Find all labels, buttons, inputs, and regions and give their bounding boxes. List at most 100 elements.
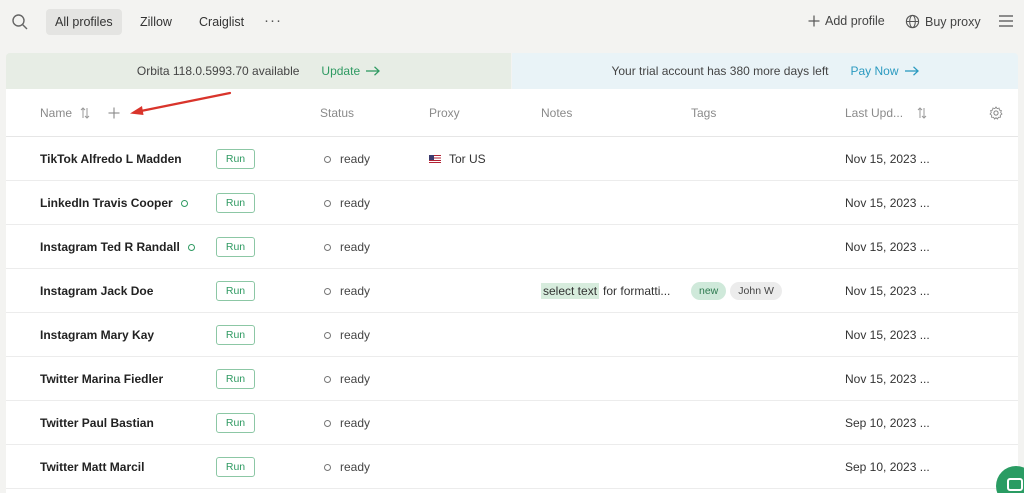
update-banner-text: Orbita 118.0.5993.70 available xyxy=(136,64,300,78)
table-row[interactable]: LinkedIn Travis Cooper Run ready Nov 15,… xyxy=(6,181,1018,225)
table-row[interactable]: Twitter Matt Marcil Run ready Sep 10, 20… xyxy=(6,445,1018,489)
profile-name[interactable]: LinkedIn Travis Cooper xyxy=(40,181,188,225)
hamburger-menu-icon[interactable] xyxy=(998,14,1014,28)
status-text: ready xyxy=(340,328,371,342)
run-button[interactable]: Run xyxy=(216,281,255,301)
table-row[interactable]: Twitter Paul Bastian Run ready Sep 10, 2… xyxy=(6,401,1018,445)
tags-cell[interactable]: new John W xyxy=(691,269,782,313)
run-button[interactable]: Run xyxy=(216,325,255,345)
buy-proxy-label: Buy proxy xyxy=(925,14,981,29)
tag-chip[interactable]: new xyxy=(691,282,727,300)
status-text: ready xyxy=(340,196,371,210)
status-text: ready xyxy=(340,284,371,298)
circle-indicator-icon xyxy=(180,199,188,207)
annotation-arrow xyxy=(130,91,232,115)
add-column-icon[interactable] xyxy=(108,107,120,119)
notes-text: for formatti... xyxy=(603,284,671,298)
table-row[interactable]: TikTok Alfredo L Madden Run ready Tor US… xyxy=(6,137,1018,181)
notes-cell[interactable]: select text for formatti... xyxy=(541,269,670,313)
run-button[interactable]: Run xyxy=(216,369,255,389)
last-updated-cell: Sep 10, 2023 ... xyxy=(845,416,930,430)
profile-name-text: LinkedIn Travis Cooper xyxy=(40,196,173,210)
column-name-label: Name xyxy=(40,106,73,120)
table-row[interactable]: Instagram Jack Doe Run ready select text… xyxy=(6,269,1018,313)
table-row[interactable]: Twitter Marina Fiedler Run ready Nov 15,… xyxy=(6,357,1018,401)
last-updated-cell: Nov 15, 2023 ... xyxy=(845,152,930,166)
column-notes[interactable]: Notes xyxy=(541,106,572,120)
status-cell: ready xyxy=(324,269,370,313)
run-button[interactable]: Run xyxy=(216,237,255,257)
proxy-text: Tor US xyxy=(449,152,486,166)
sort-icon[interactable] xyxy=(80,107,90,119)
tab-all-profiles[interactable]: All profiles xyxy=(46,9,122,35)
profile-name[interactable]: TikTok Alfredo L Madden xyxy=(40,137,182,181)
profile-name-text: TikTok Alfredo L Madden xyxy=(40,152,182,166)
profile-name[interactable]: Twitter Paul Bastian xyxy=(40,401,154,445)
status-dot-icon xyxy=(324,375,331,383)
arrow-right-icon xyxy=(904,66,919,76)
column-name[interactable]: Name xyxy=(40,106,120,120)
tab-craiglist[interactable]: Craiglist xyxy=(190,9,253,35)
sort-icon[interactable] xyxy=(917,107,927,119)
profile-name-text: Instagram Jack Doe xyxy=(40,284,154,298)
us-flag-icon xyxy=(429,155,441,163)
more-tabs-button[interactable]: ··· xyxy=(264,9,282,35)
last-updated-cell: Nov 15, 2023 ... xyxy=(845,328,930,342)
last-updated-cell: Nov 15, 2023 ... xyxy=(845,372,930,386)
profile-name[interactable]: Twitter Marina Fiedler xyxy=(40,357,163,401)
status-dot-icon xyxy=(324,419,331,427)
trial-banner: Your trial account has 380 more days lef… xyxy=(512,53,1018,89)
column-last-updated-label: Last Upd... xyxy=(845,106,904,120)
column-proxy[interactable]: Proxy xyxy=(429,106,460,120)
status-cell: ready xyxy=(324,445,370,489)
circle-indicator-icon xyxy=(187,243,195,251)
status-dot-icon xyxy=(324,463,331,471)
last-updated-cell: Nov 15, 2023 ... xyxy=(845,284,930,298)
update-link[interactable]: Update xyxy=(321,64,381,78)
table-row[interactable]: Instagram Mary Kay Run ready Nov 15, 202… xyxy=(6,313,1018,357)
status-cell: ready xyxy=(324,401,370,445)
last-updated-cell: Nov 15, 2023 ... xyxy=(845,196,930,210)
add-profile-button[interactable]: Add profile xyxy=(808,14,885,28)
table-row[interactable]: Instagram Ted R Randall Run ready Nov 15… xyxy=(6,225,1018,269)
run-button[interactable]: Run xyxy=(216,193,255,213)
run-button[interactable]: Run xyxy=(216,149,255,169)
profile-name-text: Instagram Mary Kay xyxy=(40,328,155,342)
status-dot-icon xyxy=(324,155,331,163)
arrow-right-icon xyxy=(366,66,381,76)
last-updated-cell: Sep 10, 2023 ... xyxy=(845,460,930,474)
status-dot-icon xyxy=(324,199,331,207)
tag-chip[interactable]: John W xyxy=(730,282,782,300)
proxy-cell[interactable]: Tor US xyxy=(429,137,486,181)
status-cell: ready xyxy=(324,357,370,401)
profile-name[interactable]: Instagram Ted R Randall xyxy=(40,225,195,269)
status-dot-icon xyxy=(324,243,331,251)
top-bar: All profiles Zillow Craiglist ··· Add pr… xyxy=(0,0,1024,44)
profile-name[interactable]: Instagram Jack Doe xyxy=(40,269,153,313)
column-tags[interactable]: Tags xyxy=(691,106,716,120)
add-profile-label: Add profile xyxy=(825,14,885,28)
profile-name[interactable]: Twitter Matt Marcil xyxy=(40,445,144,489)
search-icon[interactable] xyxy=(11,13,29,31)
profile-name[interactable]: Instagram Mary Kay xyxy=(40,313,154,357)
status-dot-icon xyxy=(324,287,331,295)
plus-icon xyxy=(808,15,820,27)
status-dot-icon xyxy=(324,331,331,339)
column-status[interactable]: Status xyxy=(320,106,354,120)
buy-proxy-button[interactable]: Buy proxy xyxy=(905,14,981,29)
pay-now-link[interactable]: Pay Now xyxy=(850,64,919,78)
globe-icon xyxy=(905,14,920,29)
status-text: ready xyxy=(340,416,371,430)
last-updated-cell: Nov 15, 2023 ... xyxy=(845,240,930,254)
run-button[interactable]: Run xyxy=(216,457,255,477)
run-button[interactable]: Run xyxy=(216,413,255,433)
column-last-updated[interactable]: Last Upd... xyxy=(845,106,927,120)
profile-name-text: Twitter Marina Fiedler xyxy=(40,372,164,386)
status-text: ready xyxy=(340,372,371,386)
status-text: ready xyxy=(340,240,371,254)
status-cell: ready xyxy=(324,313,370,357)
notes-highlight: select text xyxy=(541,283,600,299)
trial-banner-text: Your trial account has 380 more days lef… xyxy=(611,64,829,78)
tab-zillow[interactable]: Zillow xyxy=(131,9,181,35)
gear-icon[interactable] xyxy=(989,106,1003,120)
